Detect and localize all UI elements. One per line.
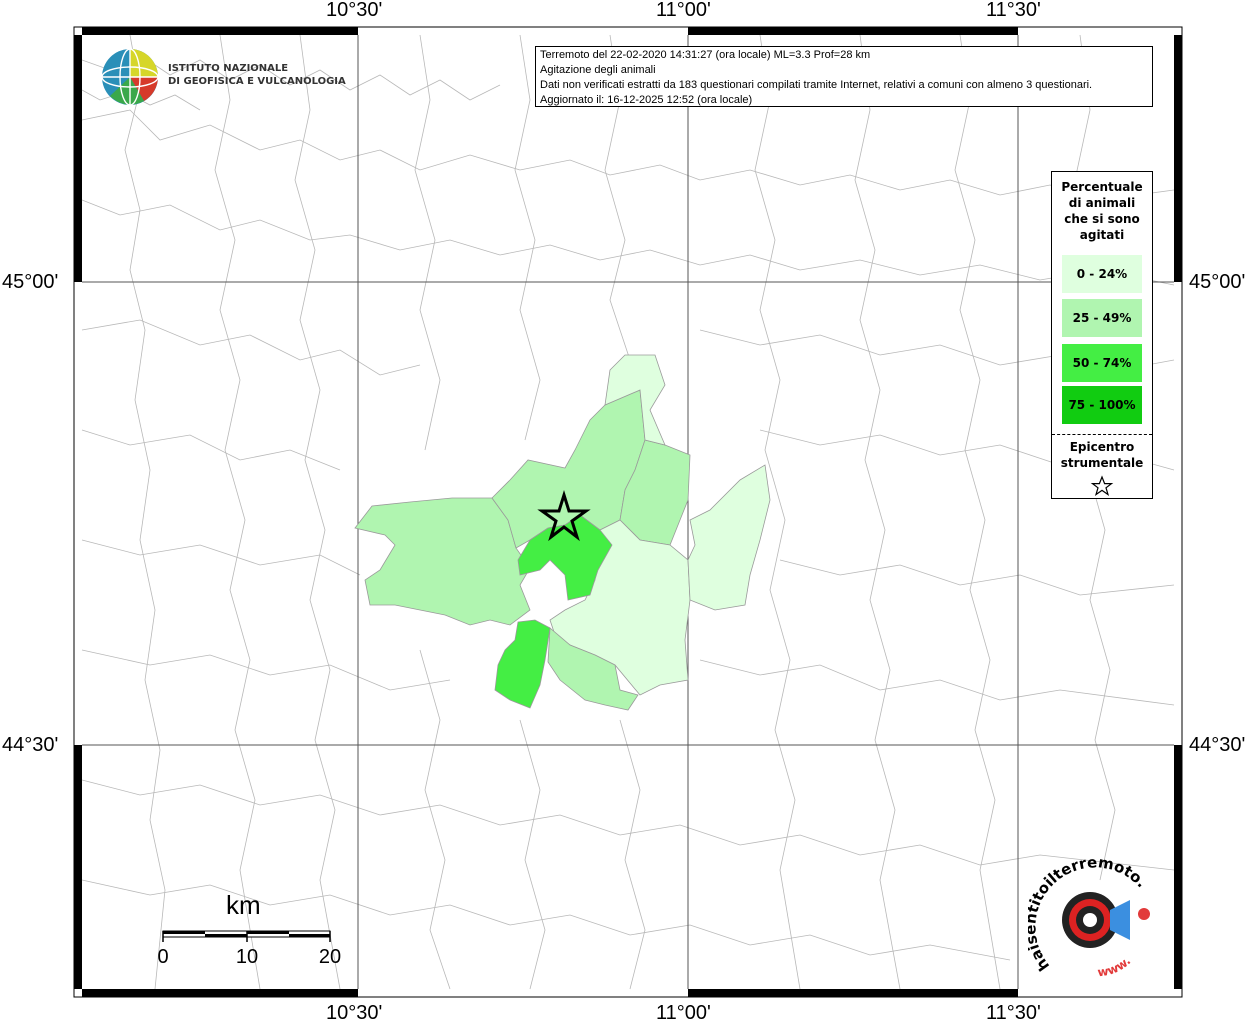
hst-target-icon: haisentitoilterremoto.it www. <box>1021 844 1150 979</box>
globe-icon <box>101 48 159 106</box>
right-lat-label-2: 44°30' <box>1189 734 1246 756</box>
scale-tick-10: 10 <box>235 946 259 968</box>
ingv-name: ISTITUTO NAZIONALE DI GEOFISICA E VULCAN… <box>168 62 346 88</box>
left-lat-label-2: 44°30' <box>2 734 59 756</box>
colored-municipalities[interactable] <box>354 354 771 711</box>
legend-title-line-3: che si sono <box>1064 212 1140 226</box>
legend-star-icon <box>1090 475 1114 496</box>
top-lon-label-3: 11°30' <box>986 0 1041 21</box>
hst-www-text: www. <box>1097 954 1134 979</box>
legend-epicenter-line-1: Epicentro <box>1069 440 1135 454</box>
bottom-lon-label-2: 11°00' <box>656 1002 711 1024</box>
ingv-line-2: DI GEOFISICA E VULCANOLOGIA <box>168 76 346 87</box>
scale-bar: km 0 10 20 <box>150 890 350 970</box>
event-title: Terremoto del 22-02-2020 14:31:27 (ora l… <box>540 49 871 61</box>
legend-class-25-49: 25 - 49% <box>1062 299 1142 337</box>
update-time: Aggiornato il: 16-12-2025 12:52 (ora loc… <box>540 94 753 106</box>
municipality-50-74-south[interactable] <box>494 619 551 709</box>
legend-class-75-100: 75 - 100% <box>1062 386 1142 424</box>
legend-epicenter-line-2: strumentale <box>1060 456 1144 470</box>
bottom-lon-label-1: 10°30' <box>326 1002 383 1024</box>
legend-divider <box>1052 434 1152 435</box>
scale-graphic <box>162 930 331 942</box>
left-lat-label-1: 45°00' <box>2 271 59 293</box>
legend-title: Percentuale di animali che si sono agita… <box>1052 179 1152 243</box>
legend-panel: Percentuale di animali che si sono agita… <box>1051 171 1153 499</box>
legend-epicenter-label: Epicentro strumentale <box>1052 439 1152 471</box>
scale-tick-20: 20 <box>318 946 342 968</box>
municipality-25-49-west[interactable] <box>354 497 531 626</box>
ingv-line-1: ISTITUTO NAZIONALE <box>168 63 289 74</box>
legend-title-line-2: di animali <box>1068 196 1136 210</box>
legend-title-line-1: Percentuale <box>1061 180 1143 194</box>
scale-tick-0: 0 <box>157 946 169 968</box>
bottom-lon-label-3: 11°30' <box>986 1002 1041 1024</box>
legend-class-0-24: 0 - 24% <box>1062 255 1142 293</box>
right-lat-label-1: 45°00' <box>1189 271 1246 293</box>
legend-class-50-74: 50 - 74% <box>1062 344 1142 382</box>
hst-logo[interactable]: haisentitoilterremoto.it www. <box>1021 844 1168 988</box>
scale-unit: km <box>226 890 261 920</box>
ingv-logo: ISTITUTO NAZIONALE DI GEOFISICA E VULCAN… <box>100 46 346 108</box>
top-lon-label-2: 11°00' <box>656 0 711 21</box>
data-disclaimer: Dati non verificati estratti da 183 ques… <box>540 79 1093 91</box>
map-subject: Agitazione degli animali <box>540 64 656 76</box>
municipality-0-24-far-east[interactable] <box>687 464 771 611</box>
legend-title-line-4: agitati <box>1079 228 1125 242</box>
top-lon-label-1: 10°30' <box>326 0 383 21</box>
event-info-box: Terremoto del 22-02-2020 14:31:27 (ora l… <box>535 46 1153 107</box>
